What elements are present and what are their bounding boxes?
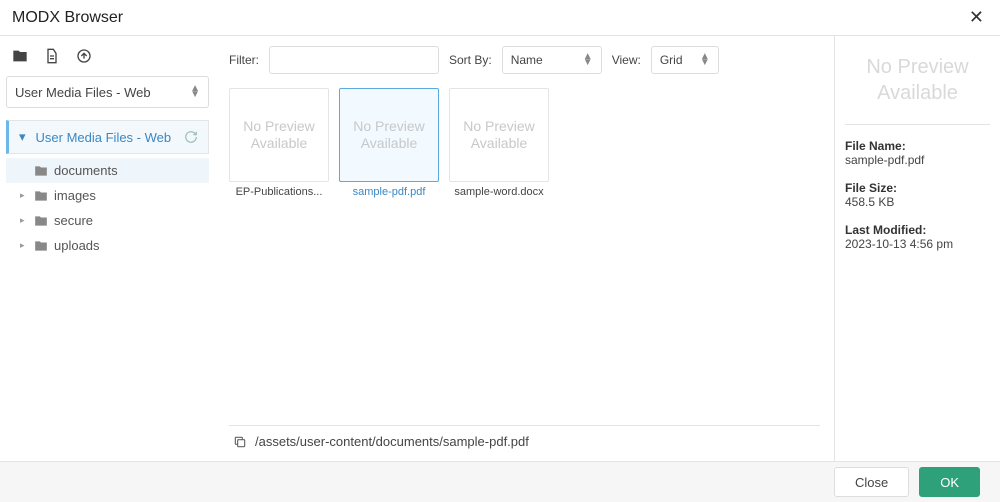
folder-icon bbox=[34, 239, 48, 253]
file-name: EP-Publications... bbox=[229, 182, 329, 198]
tree-root[interactable]: ▾ User Media Files - Web bbox=[6, 120, 209, 154]
sortby-select[interactable]: Name ▲▼ bbox=[502, 46, 602, 74]
ok-button[interactable]: OK bbox=[919, 467, 980, 497]
expander-icon[interactable]: ▸ bbox=[20, 190, 28, 201]
tree-item-secure[interactable]: ▸ secure bbox=[6, 208, 209, 233]
main-panel: Filter: Sort By: Name ▲▼ View: Grid ▲▼ N… bbox=[215, 36, 835, 461]
folder-icon bbox=[34, 214, 48, 228]
sortby-value: Name bbox=[511, 53, 543, 67]
file-thumb[interactable]: No Preview Available sample-pdf.pdf bbox=[339, 88, 439, 198]
file-thumb[interactable]: No Preview Available sample-word.docx bbox=[449, 88, 549, 198]
filter-label: Filter: bbox=[229, 53, 259, 67]
meta-filename: File Name: sample-pdf.pdf bbox=[845, 139, 990, 167]
window-title: MODX Browser bbox=[12, 9, 123, 27]
file-name: sample-pdf.pdf bbox=[339, 182, 439, 198]
copy-icon[interactable] bbox=[233, 435, 247, 449]
sortby-label: Sort By: bbox=[449, 53, 492, 67]
upload-icon[interactable] bbox=[76, 48, 92, 64]
tree-item-label: uploads bbox=[54, 238, 100, 253]
tree-item-label: secure bbox=[54, 213, 93, 228]
chevron-updown-icon: ▲▼ bbox=[583, 54, 593, 66]
meta-modified: Last Modified: 2023-10-13 4:56 pm bbox=[845, 223, 990, 251]
tree-children: documents ▸ images ▸ secure ▸ uploads bbox=[6, 154, 209, 258]
file-name: sample-word.docx bbox=[449, 182, 549, 198]
header: MODX Browser ✕ bbox=[0, 0, 1000, 35]
chevron-updown-icon: ▲▼ bbox=[190, 86, 200, 98]
no-preview-text: No Preview Available bbox=[230, 118, 328, 152]
tree-item-label: images bbox=[54, 188, 96, 203]
chevron-down-icon: ▾ bbox=[19, 129, 26, 145]
tree-root-label: User Media Files - Web bbox=[36, 130, 172, 145]
folder-icon bbox=[34, 189, 48, 203]
preview-placeholder: No Preview Available bbox=[845, 48, 990, 125]
sidebar-toolbar bbox=[6, 44, 209, 76]
folder-icon bbox=[34, 164, 48, 178]
view-select[interactable]: Grid ▲▼ bbox=[651, 46, 719, 74]
file-thumb[interactable]: No Preview Available EP-Publications... bbox=[229, 88, 329, 198]
close-button[interactable]: Close bbox=[834, 467, 909, 497]
file-grid: No Preview Available EP-Publications... … bbox=[229, 88, 820, 198]
path-text: /assets/user-content/documents/sample-pd… bbox=[255, 434, 529, 449]
no-preview-text: No Preview Available bbox=[450, 118, 548, 152]
expander-icon[interactable]: ▸ bbox=[20, 240, 28, 251]
footer: Close OK bbox=[0, 461, 1000, 502]
tree-item-uploads[interactable]: ▸ uploads bbox=[6, 233, 209, 258]
expander-icon[interactable]: ▸ bbox=[20, 215, 28, 226]
meta-filesize: File Size: 458.5 KB bbox=[845, 181, 990, 209]
folder-icon[interactable] bbox=[12, 48, 28, 64]
file-icon[interactable] bbox=[44, 48, 60, 64]
no-preview-text: No Preview Available bbox=[340, 118, 438, 152]
media-source-select[interactable]: User Media Files - Web ▲▼ bbox=[6, 76, 209, 108]
sidebar: User Media Files - Web ▲▼ ▾ User Media F… bbox=[0, 36, 215, 461]
tree-item-images[interactable]: ▸ images bbox=[6, 183, 209, 208]
filter-input[interactable] bbox=[269, 46, 439, 74]
refresh-icon[interactable] bbox=[184, 130, 198, 144]
tree-item-documents[interactable]: documents bbox=[6, 158, 209, 183]
close-icon[interactable]: ✕ bbox=[965, 3, 988, 32]
view-value: Grid bbox=[660, 53, 683, 67]
preview-panel: No Preview Available File Name: sample-p… bbox=[835, 36, 1000, 461]
tree-item-label: documents bbox=[54, 163, 118, 178]
controls: Filter: Sort By: Name ▲▼ View: Grid ▲▼ bbox=[229, 44, 820, 88]
chevron-updown-icon: ▲▼ bbox=[700, 54, 710, 66]
view-label: View: bbox=[612, 53, 641, 67]
path-bar: /assets/user-content/documents/sample-pd… bbox=[229, 425, 820, 453]
content: User Media Files - Web ▲▼ ▾ User Media F… bbox=[0, 35, 1000, 461]
media-source-value: User Media Files - Web bbox=[15, 85, 151, 100]
